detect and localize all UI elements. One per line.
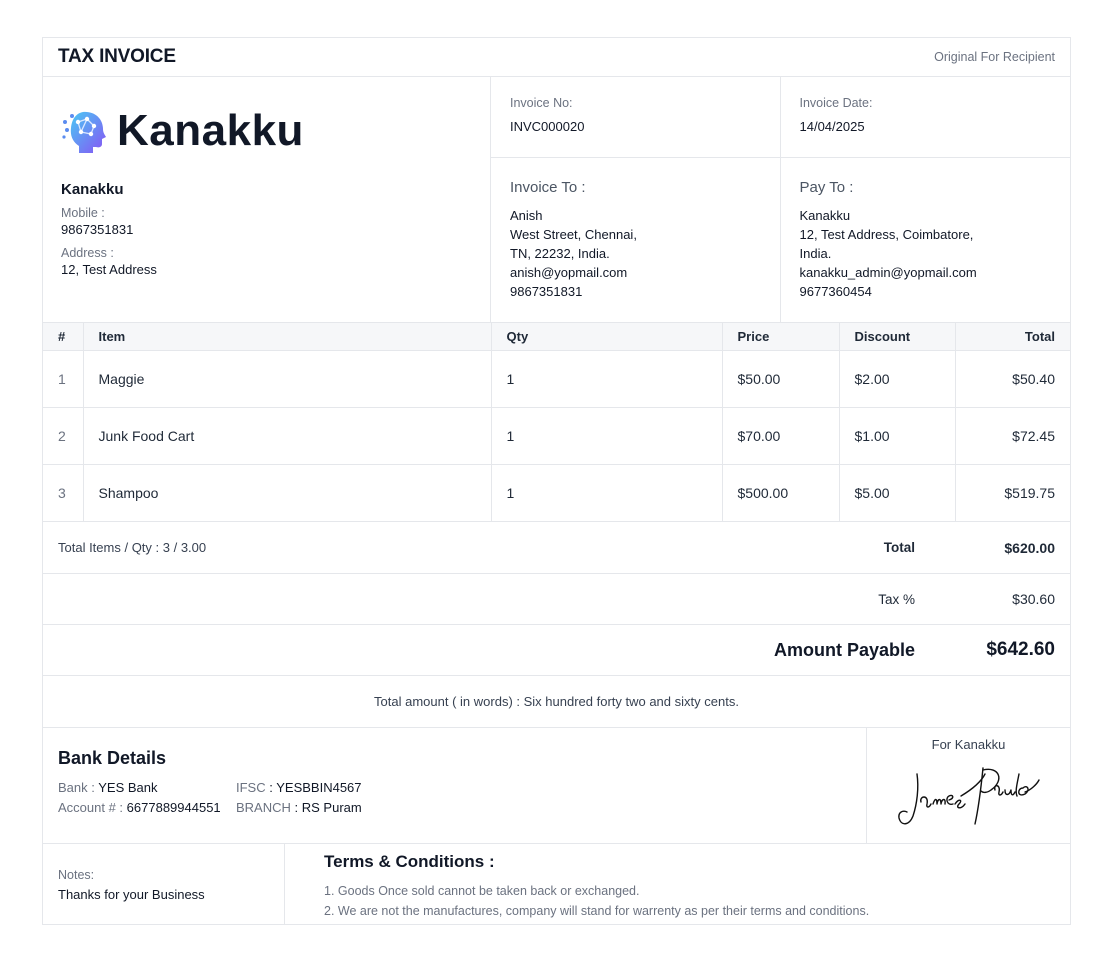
account-label: Account # : — [58, 800, 124, 815]
row-index: 1 — [43, 350, 84, 408]
notes-terms-row: Notes: Thanks for your Business Terms & … — [43, 844, 1070, 924]
pay-to-block: Pay To : Kanakku 12, Test Address, Coimb… — [781, 158, 1071, 322]
terms-item: 1. Goods Once sold cannot be taken back … — [324, 884, 640, 898]
copy-label: Original For Recipient — [934, 50, 1055, 64]
column-header: # — [43, 323, 84, 351]
row-index: 2 — [43, 407, 84, 465]
notes-text: Thanks for your Business — [58, 887, 205, 902]
pay-to-line: 9677360454 — [799, 284, 872, 299]
ifsc-label: IFSC — [236, 780, 266, 795]
invoice-meta-row: Invoice No: INVC000020 Invoice Date: 14/… — [491, 77, 1070, 158]
invoice-date-label: Invoice Date: — [799, 96, 873, 110]
invoice-to-line: 9867351831 — [510, 284, 583, 299]
bank-details-title: Bank Details — [58, 748, 167, 768]
pay-to-line: 12, Test Address, Coimbatore, — [799, 227, 974, 242]
item-price: $500.00 — [722, 464, 840, 522]
ifsc-value: : YESBBIN4567 — [269, 780, 362, 795]
total-label: Total — [883, 540, 915, 555]
pay-to-line: India. — [799, 246, 832, 261]
item-discount: $5.00 — [839, 464, 956, 522]
invoice-document: TAX INVOICE Original For Recipient Kanak… — [42, 37, 1071, 925]
row-index: 3 — [43, 464, 84, 522]
amount-payable-label: Amount Payable — [773, 639, 915, 660]
column-header: Qty — [491, 323, 723, 351]
column-header: Price — [722, 323, 840, 351]
signature-image — [897, 767, 1040, 825]
invoice-header: TAX INVOICE Original For Recipient — [43, 38, 1070, 77]
invoice-to-line: anish@yopmail.com — [510, 265, 628, 280]
invoice-number-cell: Invoice No: INVC000020 — [491, 77, 781, 157]
table-row: 1 Maggie 1 $50.00 $2.00 $50.40 — [43, 350, 1070, 408]
notes-block: Notes: Thanks for your Business — [43, 844, 285, 924]
bank-details: Bank Details Bank : YES Bank IFSC : YESB… — [43, 728, 867, 843]
terms-block: Terms & Conditions : 1. Goods Once sold … — [285, 844, 1070, 924]
terms-item: 2. We are not the manufactures, company … — [324, 904, 870, 918]
invoice-to-title: Invoice To : — [510, 179, 586, 196]
summary-tax-row: Tax % $30.60 — [43, 574, 1070, 625]
logo-text: Kanakku — [117, 106, 304, 155]
account-number: 6677889944551 — [126, 800, 221, 815]
item-total: $50.40 — [955, 350, 1070, 408]
item-qty: 1 — [491, 464, 723, 522]
pay-to-line: Kanakku — [799, 208, 851, 223]
invoice-date: 14/04/2025 — [799, 119, 865, 134]
table-row: 3 Shampoo 1 $500.00 $5.00 $519.75 — [43, 464, 1070, 522]
table-row: 2 Junk Food Cart 1 $70.00 $1.00 $72.45 — [43, 407, 1070, 465]
pay-to-title: Pay To : — [799, 179, 854, 196]
invoice-number: INVC000020 — [510, 119, 585, 134]
for-company-label: For Kanakku — [931, 737, 1006, 752]
invoice-date-cell: Invoice Date: 14/04/2025 — [781, 77, 1071, 157]
summary-payable-row: Amount Payable $642.60 — [43, 625, 1070, 676]
pay-to-line: kanakku_admin@yopmail.com — [799, 265, 977, 280]
seller-address: 12, Test Address — [61, 262, 157, 277]
seller-name: Kanakku — [61, 181, 124, 198]
mobile-label: Mobile : — [61, 206, 105, 220]
tax-label: Tax % — [878, 591, 915, 607]
invoice-to-line: West Street, Chennai, — [510, 227, 637, 242]
address-label: Address : — [61, 246, 114, 260]
branch-label: BRANCH — [236, 800, 291, 815]
brand-logo: Kanakku — [61, 103, 472, 159]
item-name: Shampoo — [83, 464, 492, 522]
invoice-number-label: Invoice No: — [510, 96, 573, 110]
amount-in-words: Total amount ( in words) : Six hundred f… — [43, 676, 1070, 728]
signature-block: For Kanakku — [867, 728, 1070, 843]
column-header: Total — [955, 323, 1070, 351]
table-header-row: # Item Qty Price Discount Total — [43, 323, 1070, 351]
ai-head-icon — [62, 111, 106, 153]
items-table: # Item Qty Price Discount Total 1 Maggie… — [43, 323, 1070, 522]
item-price: $70.00 — [722, 407, 840, 465]
item-price: $50.00 — [722, 350, 840, 408]
item-name: Maggie — [83, 350, 492, 408]
invoice-top-section: Kanakku Kanakku Mobile : 9867351831 Addr… — [43, 77, 1070, 323]
branch-value: : RS Puram — [294, 800, 362, 815]
notes-label: Notes: — [58, 868, 95, 882]
item-qty: 1 — [491, 407, 723, 465]
party-row: Invoice To : Anish West Street, Chennai,… — [491, 158, 1070, 322]
bank-name: YES Bank — [98, 780, 158, 795]
item-name: Junk Food Cart — [83, 407, 492, 465]
terms-title: Terms & Conditions : — [324, 852, 495, 871]
column-header: Discount — [839, 323, 956, 351]
bank-label: Bank : — [58, 780, 95, 795]
bank-signature-row: Bank Details Bank : YES Bank IFSC : YESB… — [43, 728, 1070, 844]
tax-value: $30.60 — [1012, 591, 1055, 607]
column-header: Item — [83, 323, 492, 351]
items-qty-summary: Total Items / Qty : 3 / 3.00 — [58, 540, 207, 555]
total-value: $620.00 — [1004, 539, 1055, 556]
summary-total-row: Total Items / Qty : 3 / 3.00 Total $620.… — [43, 522, 1070, 574]
item-total: $72.45 — [955, 407, 1070, 465]
item-qty: 1 — [491, 350, 723, 408]
invoice-to-line: TN, 22232, India. — [510, 246, 610, 261]
invoice-to-block: Invoice To : Anish West Street, Chennai,… — [491, 158, 781, 322]
page-title: TAX INVOICE — [58, 46, 176, 67]
item-discount: $2.00 — [839, 350, 956, 408]
item-discount: $1.00 — [839, 407, 956, 465]
seller-mobile: 9867351831 — [61, 222, 134, 237]
amount-payable-value: $642.60 — [986, 639, 1055, 660]
seller-block: Kanakku Kanakku Mobile : 9867351831 Addr… — [43, 77, 491, 322]
invoice-meta-block: Invoice No: INVC000020 Invoice Date: 14/… — [491, 77, 1070, 322]
invoice-to-line: Anish — [510, 208, 543, 223]
item-total: $519.75 — [955, 464, 1070, 522]
